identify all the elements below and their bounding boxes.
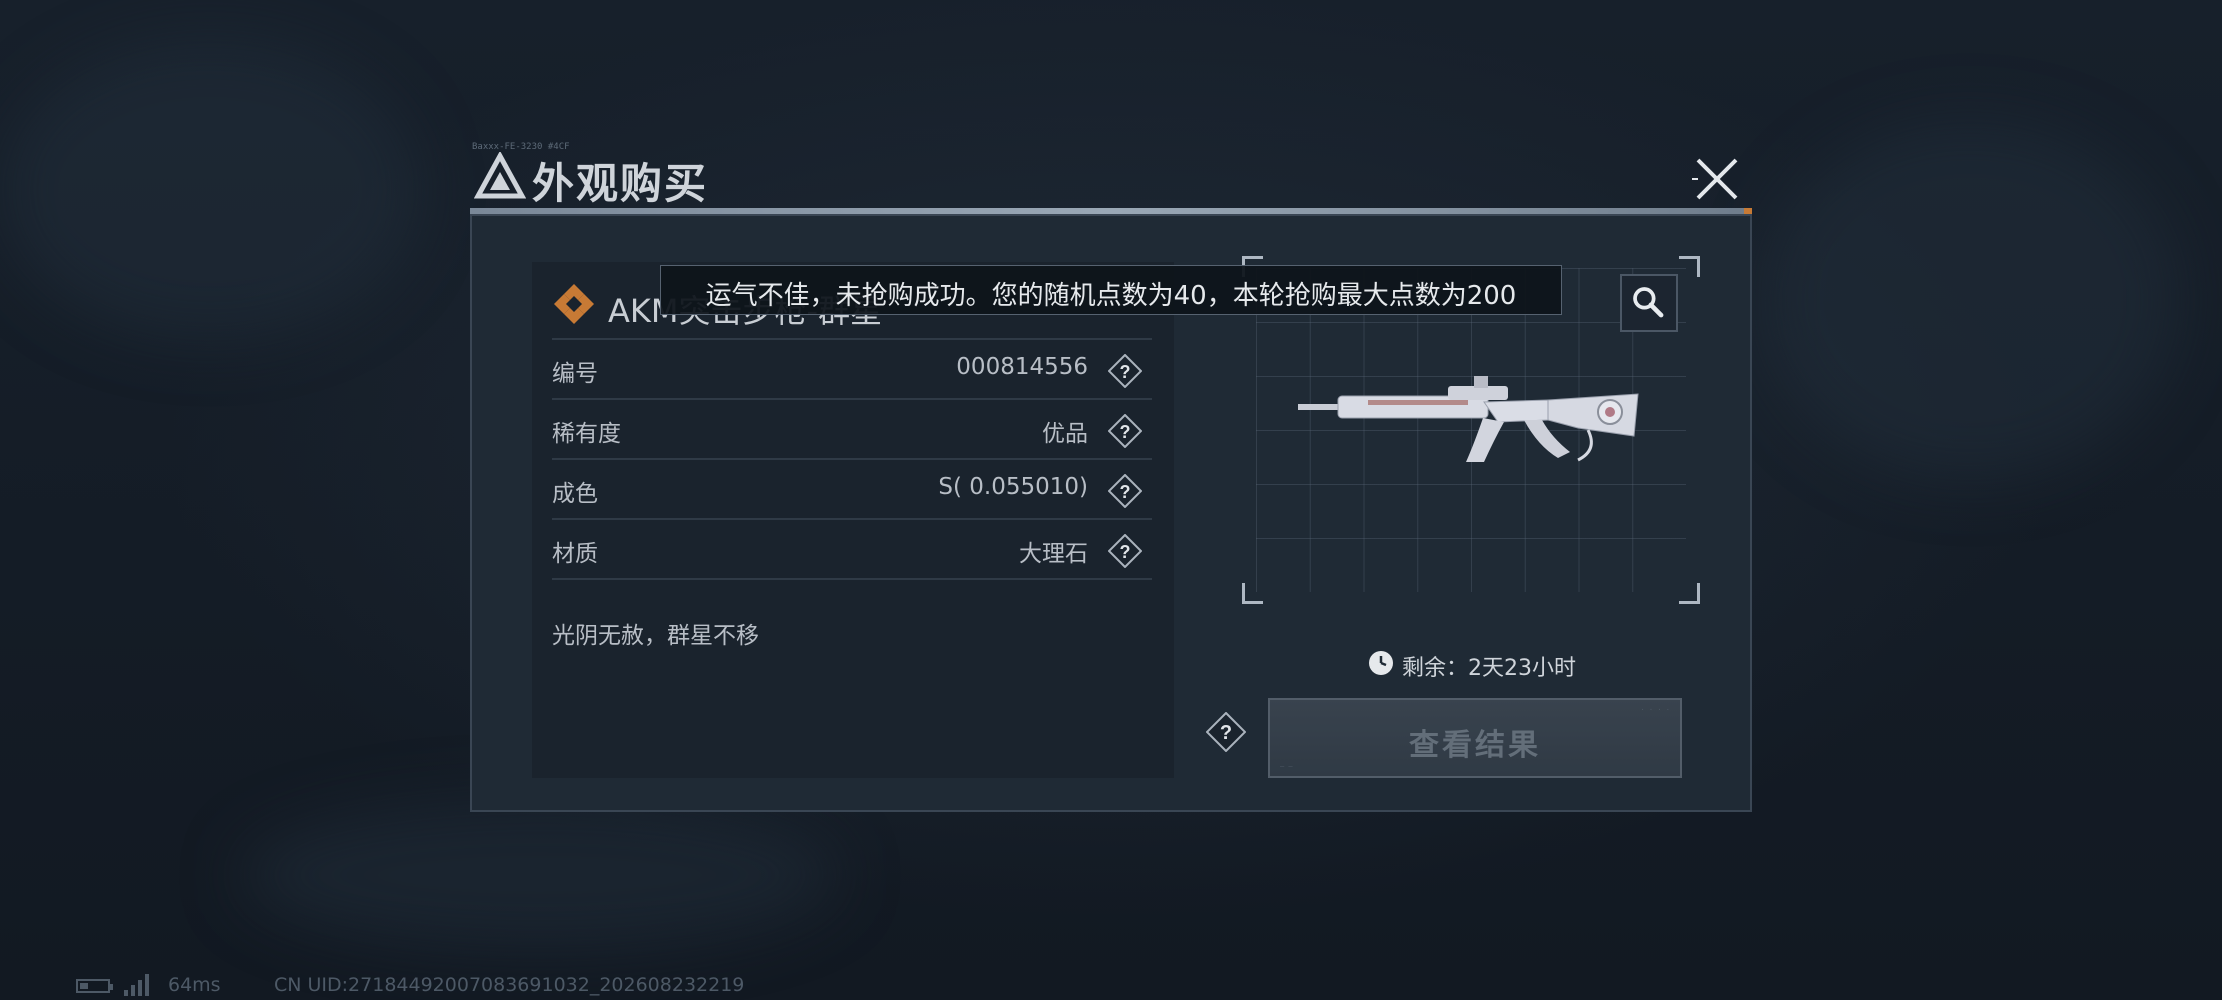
background-blur-bottom <box>240 800 840 950</box>
svg-text:?: ? <box>1120 482 1131 502</box>
dialog-header: Baxxx-FE-3230 #4CF 外观购买 <box>470 142 1752 214</box>
signal-icon <box>124 974 149 996</box>
help-icon[interactable]: ? <box>1108 474 1142 508</box>
ping-text: 64ms <box>168 974 221 996</box>
help-icon[interactable]: ? <box>1108 354 1142 388</box>
svg-text:?: ? <box>1120 422 1131 442</box>
uid-text: CN UID:2718449200708369103​2_20260823221… <box>274 974 745 996</box>
row-value: 大理石 <box>1019 541 1088 567</box>
svg-text:?: ? <box>1120 362 1131 382</box>
item-info-panel: AKM突击步枪-群星 编号 000814556 ? 稀有度 优品 ? 成色 <box>532 262 1174 778</box>
info-row-id: 编号 000814556 ? <box>552 338 1152 400</box>
row-value: 优品 <box>1042 421 1088 447</box>
row-label: 稀有度 <box>552 421 621 447</box>
question-diamond-icon[interactable]: ? <box>1206 712 1246 752</box>
info-row-material: 材质 大理石 ? <box>552 518 1152 580</box>
help-icon[interactable]: ? <box>1108 534 1142 568</box>
purchase-result-toast: 运气不佳，未抢购成功。您的随机点数为40，本轮抢购最大点数为200 <box>660 265 1562 315</box>
row-label: 编号 <box>552 361 598 387</box>
battery-icon <box>76 979 113 993</box>
row-label: 成色 <box>552 481 598 507</box>
background-blur-left <box>0 40 420 340</box>
row-label: 材质 <box>552 541 598 567</box>
magnifier-icon <box>1633 287 1664 318</box>
triangle-logo-icon <box>474 152 526 199</box>
clock-icon <box>1369 651 1393 675</box>
info-row-divider <box>552 578 1152 582</box>
row-value: 000814556 <box>956 354 1088 380</box>
frame-corner <box>1242 583 1263 604</box>
background-blur-right <box>1760 120 2180 480</box>
rifle-image <box>1298 376 1639 462</box>
diamond-cluster-icon <box>554 284 594 324</box>
info-row-rarity: 稀有度 优品 ? <box>552 398 1152 460</box>
view-result-label: 查看结果 <box>1409 728 1541 763</box>
button-decoration: · · · · <box>1640 706 1670 714</box>
close-icon[interactable] <box>1692 154 1742 204</box>
timer-text: 剩余：2天23小时 <box>1402 656 1576 681</box>
info-row-wear: 成色 S( 0.055010) ? <box>552 458 1152 520</box>
frame-corner <box>1679 583 1700 604</box>
row-value: S( 0.055010) <box>938 474 1088 500</box>
view-result-button[interactable]: · · · · — — 查看结果 <box>1268 698 1682 778</box>
frame-corner <box>1679 256 1700 277</box>
dialog-title: 外观购买 <box>532 159 709 208</box>
purchase-dialog: Baxxx-FE-3230 #4CF 外观购买 AKM突击步枪-群星 <box>470 142 1752 812</box>
toast-message: 运气不佳，未抢购成功。您的随机点数为40，本轮抢购最大点数为200 <box>705 281 1517 311</box>
zoom-button[interactable] <box>1620 274 1678 332</box>
svg-text:?: ? <box>1120 542 1131 562</box>
svg-text:?: ? <box>1220 722 1232 744</box>
help-icon[interactable]: ? <box>1108 414 1142 448</box>
item-description: 光阴无赦，群星不移 <box>552 623 759 649</box>
